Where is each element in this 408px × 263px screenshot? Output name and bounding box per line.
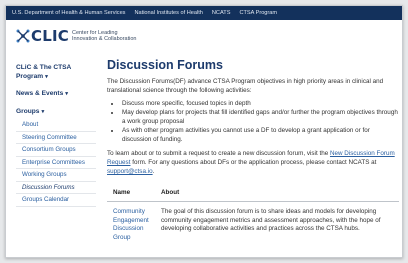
clic-logo[interactable]: CLIC Center for Leading Innovation & Col… (16, 27, 136, 45)
logo-tagline-line1: Center for Leading (71, 29, 118, 36)
logo-tagline-line2: Innovation & Collaboration (71, 36, 137, 42)
sidebar-groups-list: About Steering Committee Consortium Grou… (16, 119, 96, 207)
sidebar-group-clic[interactable]: CLiC & The CTSA Program ▾ (16, 64, 96, 81)
page-title: Discussion Forums (107, 58, 223, 72)
activity-item: Discuss more specific, focused topics in… (121, 99, 399, 108)
browser-page: U.S. Department of Health & Human Servic… (5, 5, 403, 258)
logo-wordmark: CLIC (31, 27, 69, 45)
table-header-row: Name About (107, 184, 399, 202)
site-header: CLIC Center for Leading Innovation & Col… (6, 20, 402, 56)
sidebar-item-groups-calendar[interactable]: Groups Calendar (16, 194, 96, 207)
column-header-name: Name (107, 184, 155, 202)
sidebar-item-consortium-groups[interactable]: Consortium Groups (16, 144, 96, 157)
contact-text-end: . (152, 168, 155, 175)
sidebar-item-enterprise-committees[interactable]: Enterprise Committees (16, 157, 96, 169)
sidebar-item-working-groups[interactable]: Working Groups (16, 169, 96, 182)
support-email-link[interactable]: support@ctsa.io (107, 168, 153, 175)
sidebar-item-about[interactable]: About (16, 119, 96, 132)
sidebar-item-steering-committee[interactable]: Steering Committee (16, 132, 96, 144)
topbar-link-hhs[interactable]: U.S. Department of Health & Human Servic… (12, 10, 125, 16)
sidebar-group-groups-label: Groups (16, 107, 40, 115)
activity-item: As with other program activities you can… (121, 126, 399, 144)
intro-paragraph: The Discussion Forums(DF) advance CTSA P… (107, 78, 384, 94)
sidebar-item-discussion-forums[interactable]: Discussion Forums (16, 182, 96, 194)
contact-paragraph: To learn about or to submit a request to… (107, 149, 399, 176)
activity-item: May develop plans for projects that fill… (121, 108, 399, 126)
topbar-link-nih[interactable]: National Institutes of Health (134, 10, 202, 16)
contact-text-mid: form. For any questions about DFs or the… (130, 159, 377, 166)
clic-x-logo-icon (16, 29, 30, 43)
forums-table: Name About Community Engagement Discussi… (107, 184, 399, 248)
top-utility-bar: U.S. Department of Health & Human Servic… (6, 6, 402, 20)
topbar-link-ctsa[interactable]: CTSA Program (239, 10, 277, 16)
topbar-link-ncats[interactable]: NCATS (212, 10, 231, 16)
chevron-down-icon: ▾ (65, 91, 69, 97)
sidebar-group-news[interactable]: News & Events ▾ (16, 90, 96, 99)
sidebar-group-groups[interactable]: Groups ▾ (16, 108, 96, 117)
table-row: Community Engagement Discussion Group Th… (107, 202, 399, 249)
logo-tagline: Center for Leading Innovation & Collabor… (72, 30, 137, 43)
main-content: Discussion Forums The Discussion Forums(… (107, 58, 399, 248)
column-header-about: About (155, 184, 399, 202)
forum-about-cell: The goal of this discussion forum is to … (161, 208, 381, 232)
chevron-down-icon: ▾ (41, 108, 45, 115)
forum-name-link[interactable]: Community Engagement Discussion Group (107, 202, 155, 249)
sidebar-group-news-label: News & Events (16, 90, 64, 97)
chevron-down-icon: ▾ (45, 73, 48, 80)
activities-list: Discuss more specific, focused topics in… (121, 99, 399, 144)
contact-text-pre: To learn about or to submit a request to… (107, 150, 330, 157)
sidebar-nav: CLiC & The CTSA Program ▾ News & Events ▾ … (16, 64, 96, 207)
sidebar-group-clic-label: CLiC & The CTSA Program (16, 64, 72, 80)
